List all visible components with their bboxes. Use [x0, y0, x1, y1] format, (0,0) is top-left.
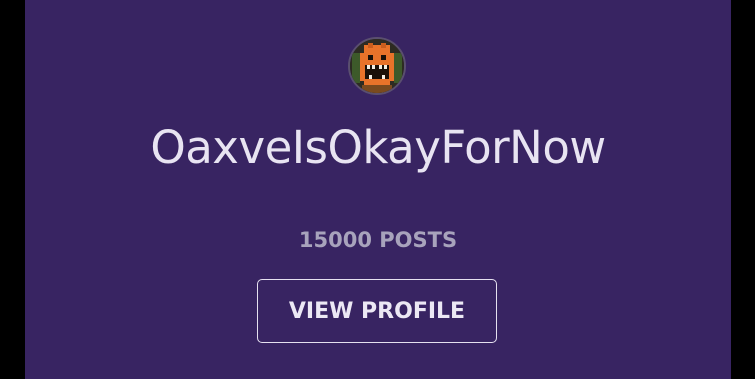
post-count: 15000 POSTS: [298, 228, 458, 252]
view-profile-button[interactable]: VIEW PROFILE: [257, 279, 497, 343]
profile-card: OaxveIsOkayForNow 15000 POSTS VIEW PROFI…: [25, 0, 731, 379]
avatar[interactable]: [348, 37, 406, 95]
monster-avatar-icon: [350, 39, 404, 93]
page: OaxveIsOkayForNow 15000 POSTS VIEW PROFI…: [0, 0, 755, 379]
username: OaxveIsOkayForNow: [150, 121, 606, 174]
